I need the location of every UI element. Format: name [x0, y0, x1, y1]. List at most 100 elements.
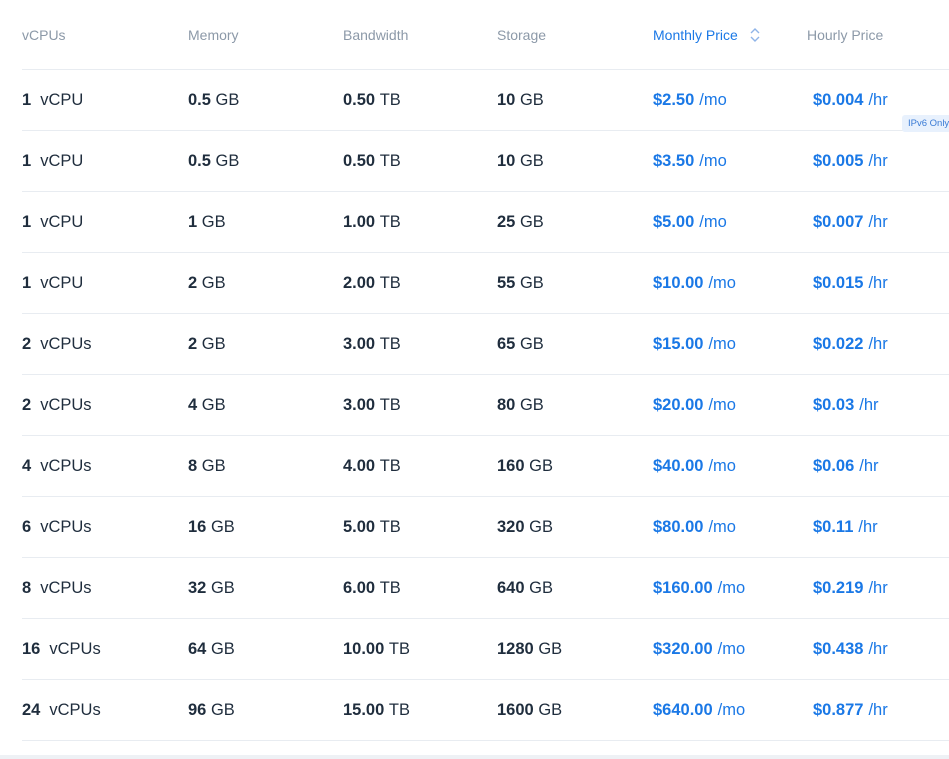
cell-vcpus: 16 vCPUs: [22, 619, 101, 679]
table-row[interactable]: 4 vCPUs 8 GB 4.00 TB 160 GB $40.00/mo $0.06/hr: [22, 436, 949, 497]
header-vcpus[interactable]: vCPUs: [22, 0, 66, 69]
cell-hourly-price: $0.015/hr: [813, 253, 888, 313]
hourly-price-unit: /hr: [868, 578, 888, 597]
sort-icon[interactable]: [750, 27, 760, 43]
bandwidth-value: 0.50: [343, 151, 376, 170]
memory-unit: GB: [215, 151, 240, 170]
cell-monthly-price: $5.00/mo: [653, 192, 727, 252]
cell-bandwidth: 15.00 TB: [343, 680, 410, 740]
header-monthly-price-label: Monthly Price: [653, 26, 738, 43]
bandwidth-unit: TB: [379, 578, 401, 597]
cell-memory: 1 GB: [188, 192, 226, 252]
storage-unit: GB: [529, 456, 553, 475]
vcpu-unit: vCPUs: [40, 456, 92, 475]
vcpu-unit: vCPU: [40, 273, 84, 292]
cell-memory: 8 GB: [188, 436, 226, 496]
vcpu-count: 1: [22, 212, 32, 231]
cell-monthly-price: $80.00/mo: [653, 497, 736, 557]
cell-bandwidth: 1.00 TB: [343, 192, 401, 252]
memory-unit: GB: [201, 273, 226, 292]
bandwidth-value: 3.00: [343, 395, 376, 414]
bandwidth-unit: TB: [379, 273, 401, 292]
table-row[interactable]: 8 vCPUs 32 GB 6.00 TB 640 GB $160.00/mo $0.219…: [22, 558, 949, 619]
cell-hourly-price: $0.022/hr: [813, 314, 888, 374]
vcpu-unit: vCPU: [40, 151, 84, 170]
cell-memory: 2 GB: [188, 253, 226, 313]
cell-bandwidth: 6.00 TB: [343, 558, 401, 618]
table-row[interactable]: 2 vCPUs 2 GB 3.00 TB 65 GB $15.00/mo $0.022/hr: [22, 314, 949, 375]
bandwidth-unit: TB: [379, 395, 401, 414]
memory-unit: GB: [215, 90, 240, 109]
cell-monthly-price: $20.00/mo: [653, 375, 736, 435]
bandwidth-unit: TB: [379, 517, 401, 536]
bandwidth-value: 2.00: [343, 273, 376, 292]
vcpu-count: 16: [22, 639, 41, 658]
header-bandwidth[interactable]: Bandwidth: [343, 0, 408, 69]
storage-value: 55: [497, 273, 516, 292]
vcpu-count: 1: [22, 90, 32, 109]
memory-unit: GB: [201, 334, 226, 353]
cell-storage: 80 GB: [497, 375, 544, 435]
storage-value: 320: [497, 517, 525, 536]
hourly-price-value: $0.877: [813, 700, 864, 719]
table-row[interactable]: 24 vCPUs 96 GB 15.00 TB 1600 GB $640.00/mo $0.…: [22, 680, 949, 741]
hourly-price-value: $0.015: [813, 273, 864, 292]
hourly-price-unit: /hr: [868, 212, 888, 231]
table-header: vCPUs Memory Bandwidth Storage Monthly P…: [22, 0, 949, 70]
vcpu-unit: vCPUs: [49, 639, 101, 658]
hourly-price-value: $0.06: [813, 456, 855, 475]
header-memory[interactable]: Memory: [188, 0, 239, 69]
storage-value: 10: [497, 90, 516, 109]
memory-value: 4: [188, 395, 198, 414]
header-monthly-price[interactable]: Monthly Price: [653, 0, 760, 69]
cell-storage: 640 GB: [497, 558, 553, 618]
monthly-price-unit: /mo: [717, 578, 746, 597]
vcpu-count: 2: [22, 395, 32, 414]
hourly-price-value: $0.007: [813, 212, 864, 231]
monthly-price-unit: /mo: [699, 212, 727, 231]
cell-bandwidth: 0.50 TB: [343, 131, 401, 191]
header-hourly-price[interactable]: Hourly Price: [807, 0, 883, 69]
cell-storage: 160 GB: [497, 436, 553, 496]
cell-monthly-price: $10.00/mo: [653, 253, 736, 313]
table-row[interactable]: 6 vCPUs 16 GB 5.00 TB 320 GB $80.00/mo $0.11/h…: [22, 497, 949, 558]
cell-monthly-price: $640.00/mo: [653, 680, 745, 740]
hourly-price-unit: /hr: [868, 639, 888, 658]
memory-value: 32: [188, 578, 207, 597]
table-row[interactable]: 16 vCPUs 64 GB 10.00 TB 1280 GB $320.00/mo $0.…: [22, 619, 949, 680]
storage-value: 1600: [497, 700, 534, 719]
memory-value: 1: [188, 212, 198, 231]
bandwidth-unit: TB: [379, 212, 401, 231]
cell-hourly-price: $0.004/hr: [813, 70, 888, 130]
memory-value: 2: [188, 334, 198, 353]
monthly-price-value: $15.00: [653, 334, 704, 353]
cell-hourly-price: $0.06/hr: [813, 436, 879, 496]
bandwidth-unit: TB: [379, 151, 401, 170]
cell-storage: 1280 GB: [497, 619, 562, 679]
table-row[interactable]: 1 vCPU 0.5 GB 0.50 TB 10 GB $2.50/mo $0.004/hr: [22, 70, 949, 131]
cell-bandwidth: 3.00 TB: [343, 375, 401, 435]
storage-unit: GB: [529, 578, 553, 597]
bandwidth-unit: TB: [379, 334, 401, 353]
table-row[interactable]: 1 vCPU 2 GB 2.00 TB 55 GB $10.00/mo $0.015/hr: [22, 253, 949, 314]
hourly-price-value: $0.438: [813, 639, 864, 658]
hourly-price-unit: /hr: [859, 456, 879, 475]
monthly-price-unit: /mo: [699, 151, 727, 170]
cell-bandwidth: 2.00 TB: [343, 253, 401, 313]
memory-value: 96: [188, 700, 207, 719]
table-row[interactable]: 1 vCPU 0.5 GB 0.50 TB 10 GB $3.50/mo $0.005/hr: [22, 131, 949, 192]
bandwidth-value: 4.00: [343, 456, 376, 475]
storage-value: 25: [497, 212, 516, 231]
table-row[interactable]: 1 vCPU 1 GB 1.00 TB 25 GB $5.00/mo $0.007/hr: [22, 192, 949, 253]
bandwidth-unit: TB: [379, 456, 401, 475]
header-storage[interactable]: Storage: [497, 0, 546, 69]
hourly-price-unit: /hr: [868, 90, 888, 109]
cell-vcpus: 1 vCPU: [22, 192, 83, 252]
monthly-price-unit: /mo: [708, 517, 736, 536]
vcpu-count: 1: [22, 151, 32, 170]
storage-unit: GB: [538, 639, 563, 658]
cell-storage: 10 GB: [497, 70, 544, 130]
storage-unit: GB: [529, 517, 553, 536]
memory-unit: GB: [201, 395, 226, 414]
table-row[interactable]: 2 vCPUs 4 GB 3.00 TB 80 GB $20.00/mo $0.03/hr: [22, 375, 949, 436]
